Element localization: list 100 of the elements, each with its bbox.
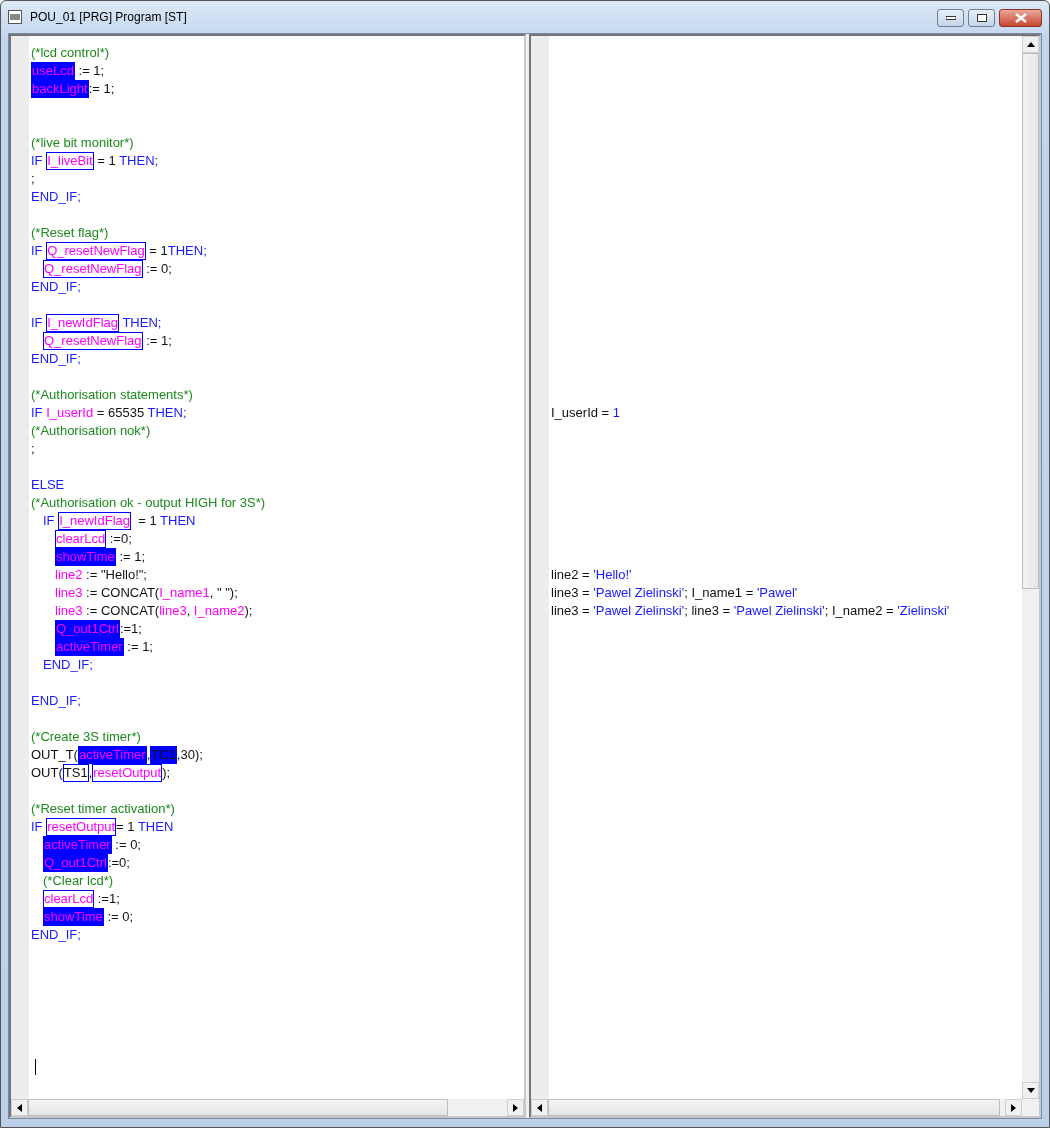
code-text: , — [88, 763, 93, 782]
right-arrow-icon — [513, 1103, 518, 1112]
scroll-right-button[interactable] — [1005, 1099, 1022, 1116]
code-text: = 1 — [137, 511, 157, 530]
scroll-left-button[interactable] — [531, 1099, 548, 1116]
variable-name: Q_resetNewFlag — [43, 331, 143, 350]
variable-name: resetOutput — [46, 817, 117, 836]
variable-name: resetOutput — [92, 763, 163, 782]
keyword-text: THEN; — [118, 151, 159, 170]
up-arrow-icon — [1026, 41, 1035, 47]
code-text: ,30); — [176, 745, 203, 764]
variable-name: Q_out1Ctrl — [55, 619, 120, 638]
variable-name: clearLcd — [55, 529, 107, 548]
scroll-thumb[interactable] — [28, 1099, 448, 1116]
keyword-text: END_IF; — [31, 277, 81, 296]
code-text: := 1; — [145, 331, 172, 350]
window-title: POU_01 [PRG] Program [ST] — [30, 9, 188, 26]
minimize-icon — [945, 16, 956, 20]
scroll-up-button[interactable] — [1022, 35, 1039, 53]
monitor-value: 'Pawel Zielinski' — [733, 601, 825, 620]
comment-text: (*Reset flag*) — [31, 223, 109, 242]
code-text: := 1; — [77, 61, 105, 80]
keyword-text: IF — [31, 241, 44, 260]
code-text: := CONCAT( — [85, 583, 160, 602]
code-text: := "Hello!"; — [85, 565, 147, 584]
restore-button[interactable] — [968, 9, 995, 27]
close-button[interactable] — [999, 9, 1042, 27]
code-text: :=0; — [107, 853, 130, 872]
variable-name: line2 — [55, 565, 83, 584]
comment-text: (*Create 3S timer*) — [31, 727, 141, 746]
code-text: = 1 — [96, 151, 116, 170]
comment-text: (*lcd control*) — [31, 43, 110, 62]
code-text: := 0; — [114, 835, 141, 854]
code-text: :=1; — [96, 889, 120, 908]
keyword-text: END_IF; — [31, 925, 81, 944]
code-text: :=1; — [119, 619, 142, 638]
scroll-left-button[interactable] — [11, 1099, 28, 1116]
monitor-value: 'Hello!' — [593, 565, 632, 584]
restore-icon — [976, 14, 987, 22]
horizontal-scrollbar[interactable] — [11, 1099, 524, 1116]
code-text: line3 = — [551, 583, 591, 602]
variable-name: I_userId — [46, 403, 94, 422]
variable-name: I_name1 — [159, 583, 210, 602]
code-text: ; — [31, 169, 35, 188]
minimize-button[interactable] — [937, 9, 964, 27]
code-text: := 1; — [88, 79, 115, 98]
comment-text: (*Authorisation ok - output HIGH for 3S*) — [31, 493, 266, 512]
variable-name: line3 — [159, 601, 187, 620]
keyword-text: END_IF; — [31, 691, 81, 710]
comment-text: (*Clear lcd*) — [43, 871, 114, 890]
variable-name: I_liveBit — [46, 151, 94, 170]
document-icon — [8, 10, 22, 24]
keyword-text: THEN; — [121, 313, 162, 332]
comment-text: (*Authorisation nok*) — [31, 421, 151, 440]
scroll-down-button[interactable] — [1022, 1082, 1039, 1099]
variable-name: activeTimer — [77, 745, 147, 764]
keyword-text: END_IF; — [31, 349, 81, 368]
down-arrow-icon — [1026, 1088, 1035, 1093]
code-text: OUT( — [31, 763, 63, 782]
code-text: ); — [162, 763, 171, 782]
code-text: :=0; — [108, 529, 132, 548]
code-text: line3 = — [551, 601, 591, 620]
comment-text: (*Reset timer activation*) — [31, 799, 175, 818]
code-text: OUT_T( — [31, 745, 78, 764]
variable-name: useLcd — [31, 61, 75, 80]
code-text: := 0; — [145, 259, 172, 278]
monitor-value: 'Zielinski' — [897, 601, 950, 620]
keyword-text: IF — [31, 817, 44, 836]
vertical-scrollbar[interactable] — [1022, 35, 1039, 1099]
code-text: ; — [31, 439, 35, 458]
close-icon — [1014, 13, 1027, 23]
code-text: ); — [244, 601, 253, 620]
comment-text: (*Authorisation statements*) — [31, 385, 193, 404]
code-text: TC1 — [150, 745, 177, 764]
right-arrow-icon — [1011, 1103, 1016, 1112]
keyword-text: THEN; — [167, 241, 207, 260]
keyword-text: IF — [31, 151, 44, 170]
code-text: := 1; — [118, 547, 146, 566]
left-arrow-icon — [537, 1103, 542, 1112]
keyword-text: ELSE — [31, 475, 65, 494]
code-text: := 0; — [106, 907, 134, 926]
variable-name: I_newIdFlag — [58, 511, 131, 530]
code-text: ; line3 = — [684, 601, 732, 620]
code-text: = 1 — [148, 241, 168, 260]
code-text: line2 = — [551, 565, 591, 584]
variable-name: activeTimer — [43, 835, 112, 854]
left-arrow-icon — [17, 1103, 22, 1112]
comment-text: (*live bit monitor*) — [31, 133, 134, 152]
keyword-text: THEN — [159, 511, 196, 530]
code-text: TS1 — [62, 763, 89, 782]
code-text: := 1; — [126, 637, 153, 656]
scroll-thumb[interactable] — [1022, 52, 1039, 589]
variable-name: clearLcd — [43, 889, 95, 908]
keyword-text: IF — [31, 403, 44, 422]
code-text: := CONCAT( — [85, 601, 160, 620]
scroll-right-button[interactable] — [507, 1099, 524, 1116]
variable-name: showTime — [55, 547, 116, 566]
variable-name: I_newIdFlag — [46, 313, 119, 332]
keyword-text: END_IF; — [31, 187, 81, 206]
variable-name: backLight — [31, 79, 89, 98]
